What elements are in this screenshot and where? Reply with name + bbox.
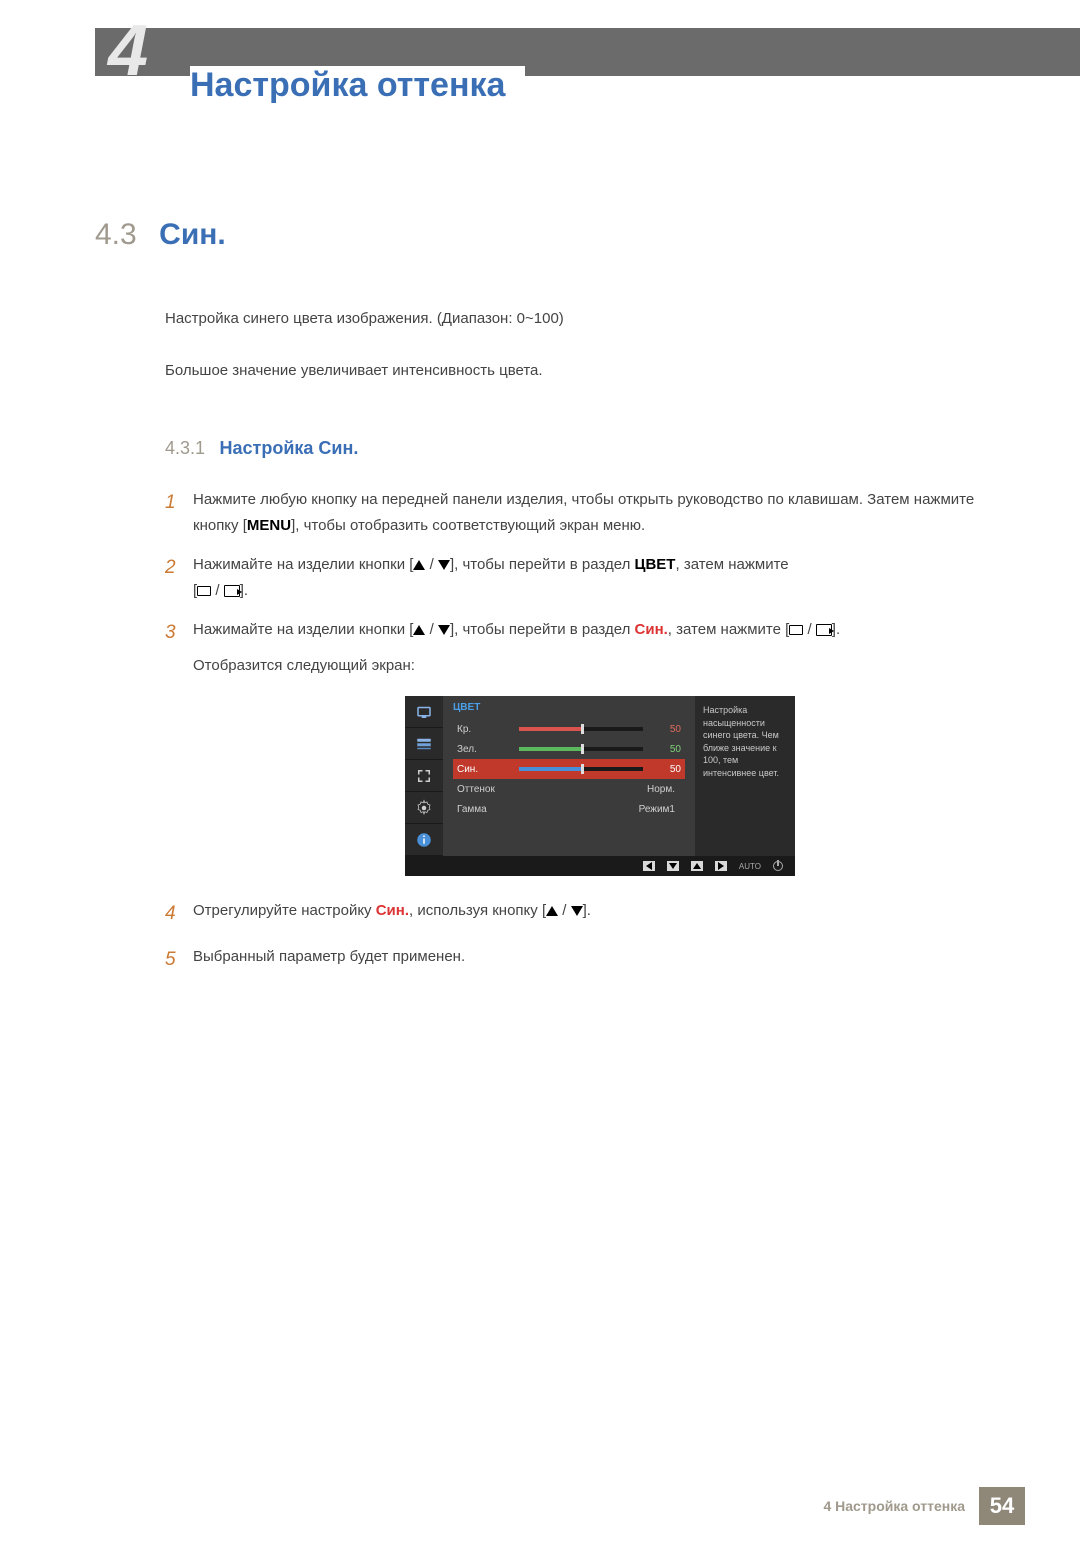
- step-text: Выбранный параметр будет применен.: [193, 944, 1000, 976]
- step-number: 4: [165, 898, 193, 930]
- intro-paragraph-2: Большое значение увеличивает интенсивнос…: [165, 359, 1000, 383]
- osd-val-green: 50: [651, 744, 681, 755]
- osd-row-gamma: Гамма Режим1: [453, 799, 685, 819]
- step-5: 5 Выбранный параметр будет применен.: [165, 944, 1000, 976]
- text: , затем нажмите: [675, 556, 788, 573]
- step-number: 1: [165, 487, 193, 538]
- osd-label-red: Кр.: [457, 724, 519, 735]
- osd-val-tint: Норм.: [519, 784, 681, 795]
- keyword-blue: Син.: [635, 621, 668, 638]
- text: Отрегулируйте настройку: [193, 902, 376, 919]
- text: Нажимайте на изделии кнопки [: [193, 621, 413, 638]
- osd-help-text: Настройка насыщенности синего цвета. Чем…: [695, 696, 795, 856]
- osd-side-size-icon: [405, 760, 443, 792]
- osd-label-gamma: Гамма: [457, 804, 519, 815]
- osd-val-blue: 50: [651, 764, 681, 775]
- subsection-number: 4.3.1: [165, 438, 205, 458]
- step-1: 1 Нажмите любую кнопку на передней панел…: [165, 487, 1000, 538]
- step-number: 5: [165, 944, 193, 976]
- down-arrow-icon: [438, 560, 450, 570]
- step-number: 3: [165, 617, 193, 678]
- step-text: Нажимайте на изделии кнопки [ / ], чтобы…: [193, 552, 1000, 603]
- menu-keyword: MENU: [247, 517, 291, 534]
- section-title: Син.: [159, 218, 226, 251]
- osd-nav-power-icon: [773, 861, 783, 871]
- osd-nav-down-icon: [667, 861, 679, 871]
- keyword-color: ЦВЕТ: [635, 556, 676, 573]
- source-icon: [789, 625, 803, 635]
- down-arrow-icon: [438, 625, 450, 635]
- osd-menu: ЦВЕТ Кр. 50 Зел. 50 Син. 50: [405, 696, 795, 876]
- source-icon: [197, 586, 211, 596]
- step-2: 2 Нажимайте на изделии кнопки [ / ], что…: [165, 552, 1000, 603]
- osd-sidebar: [405, 696, 443, 856]
- footer-text: 4 Настройка оттенка: [823, 1498, 965, 1514]
- osd-row-red: Кр. 50: [453, 719, 685, 739]
- up-arrow-icon: [546, 906, 558, 916]
- osd-bar-green: [519, 747, 643, 751]
- step-number: 2: [165, 552, 193, 603]
- up-arrow-icon: [413, 625, 425, 635]
- text: , затем нажмите [: [668, 621, 789, 638]
- step-text: Отрегулируйте настройку Син., используя …: [193, 898, 1000, 930]
- up-arrow-icon: [413, 560, 425, 570]
- keyword-blue: Син.: [376, 902, 409, 919]
- osd-side-brightness-icon: [405, 696, 443, 728]
- osd-nav-left-icon: [643, 861, 655, 871]
- page-footer: 4 Настройка оттенка 54: [823, 1487, 1025, 1525]
- intro-paragraph-1: Настройка синего цвета изображения. (Диа…: [165, 307, 1000, 331]
- osd-bar-blue: [519, 767, 643, 771]
- osd-row-blue-selected: Син. 50: [453, 759, 685, 779]
- osd-val-red: 50: [651, 724, 681, 735]
- text: , используя кнопку [: [409, 902, 546, 919]
- osd-bar-red: [519, 727, 643, 731]
- osd-heading: ЦВЕТ: [453, 702, 685, 713]
- header-title: Настройка оттенка: [190, 66, 525, 105]
- osd-nav-auto: AUTO: [739, 862, 761, 871]
- osd-side-settings-icon: [405, 792, 443, 824]
- text: Нажимайте на изделии кнопки [: [193, 556, 413, 573]
- osd-label-green: Зел.: [457, 744, 519, 755]
- step-3: 3 Нажимайте на изделии кнопки [ / ], что…: [165, 617, 1000, 678]
- osd-row-green: Зел. 50: [453, 739, 685, 759]
- osd-side-color-icon: [405, 728, 443, 760]
- page-header: 4 Настройка оттенка: [0, 28, 1080, 98]
- step-4: 4 Отрегулируйте настройку Син., использу…: [165, 898, 1000, 930]
- text: ], чтобы перейти в раздел: [450, 621, 635, 638]
- osd-row-tint: Оттенок Норм.: [453, 779, 685, 799]
- osd-label-blue: Син.: [457, 764, 519, 775]
- chapter-number: 4: [108, 10, 144, 92]
- enter-icon: [224, 585, 240, 597]
- content: 4.3 Син. Настройка синего цвета изображе…: [95, 218, 1000, 991]
- osd-val-gamma: Режим1: [519, 804, 681, 815]
- steps-list: 1 Нажмите любую кнопку на передней панел…: [165, 487, 1000, 977]
- osd-nav-bar: AUTO: [405, 856, 795, 876]
- section-number: 4.3: [95, 218, 137, 252]
- osd-nav-right-icon: [715, 861, 727, 871]
- subsection-title: Настройка Син.: [220, 438, 359, 458]
- step-text: Нажимайте на изделии кнопки [ / ], чтобы…: [193, 617, 1000, 678]
- section-heading: 4.3 Син.: [95, 218, 1000, 252]
- text: ], чтобы перейти в раздел: [450, 556, 635, 573]
- enter-icon: [816, 624, 832, 636]
- text: ].: [583, 902, 591, 919]
- step-text: Нажмите любую кнопку на передней панели …: [193, 487, 1000, 538]
- text: ], чтобы отобразить соответствующий экра…: [291, 517, 645, 534]
- step-3-after: Отобразится следующий экран:: [193, 653, 1000, 679]
- osd-main-panel: ЦВЕТ Кр. 50 Зел. 50 Син. 50: [443, 696, 695, 856]
- osd-label-tint: Оттенок: [457, 784, 519, 795]
- subsection-heading: 4.3.1 Настройка Син.: [165, 438, 1000, 459]
- down-arrow-icon: [571, 906, 583, 916]
- osd-side-info-icon: [405, 824, 443, 856]
- footer-page-number: 54: [979, 1487, 1025, 1525]
- osd-nav-up-icon: [691, 861, 703, 871]
